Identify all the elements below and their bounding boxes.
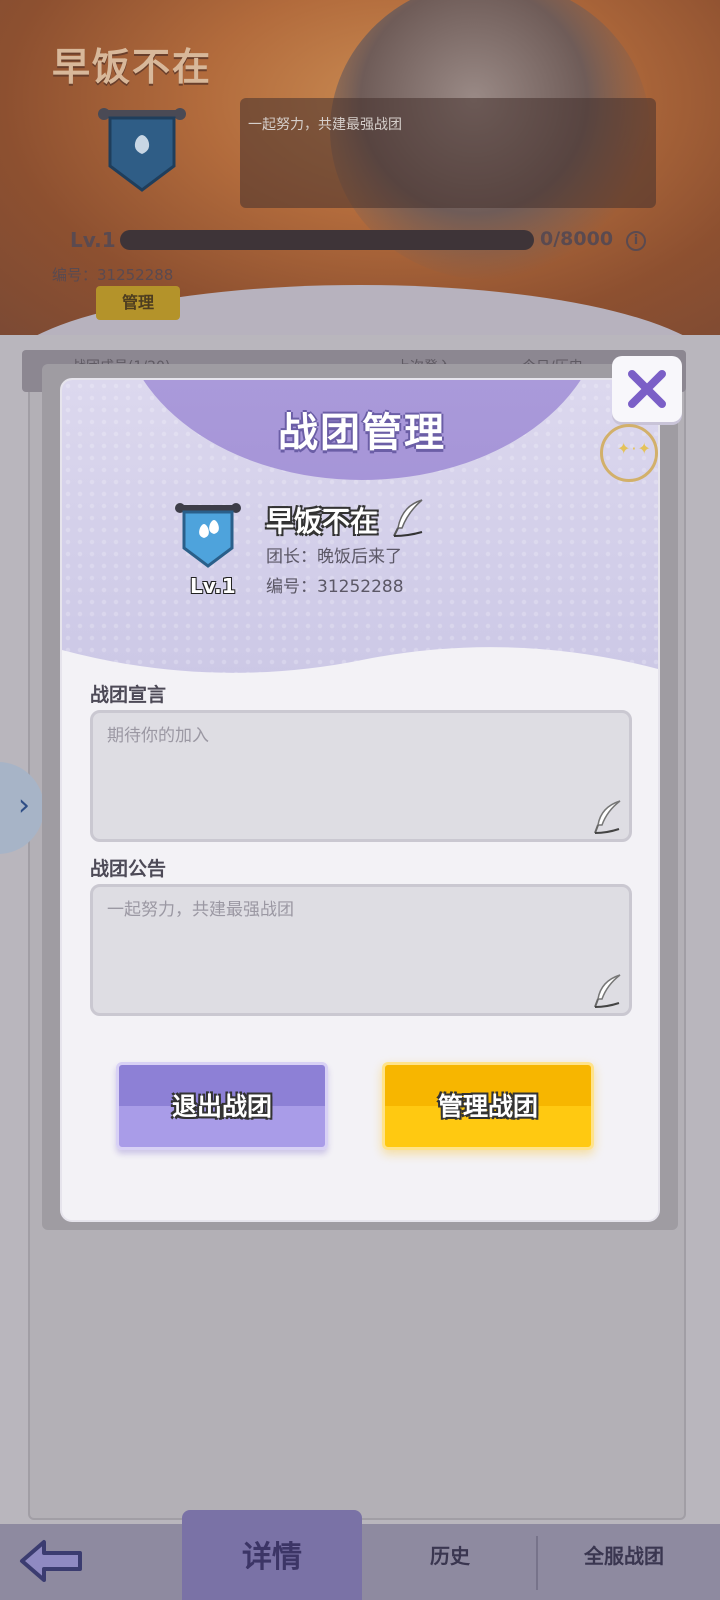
tab-all-server-guilds[interactable]: 全服战团 (584, 1540, 664, 1569)
edit-declaration-feather-icon[interactable] (593, 799, 623, 835)
declaration-label: 战团宣言 (90, 684, 167, 706)
declaration-box[interactable]: 期待你的加入 (90, 710, 632, 842)
edit-name-feather-icon[interactable] (392, 498, 426, 538)
guild-shield-icon (175, 503, 241, 568)
tab-details[interactable]: 详情 (182, 1510, 362, 1600)
guild-management-modal: 战团管理 Lv.1 早饭不在 团长：晚饭后来了 编号：31252288 战团宣言… (60, 378, 660, 1222)
background-level: Lv.1 (70, 228, 116, 252)
close-button[interactable] (612, 356, 682, 422)
guild-number: 编号：31252288 (266, 577, 404, 597)
nav-divider (536, 1536, 538, 1590)
exit-guild-button[interactable]: 退出战团 (116, 1062, 328, 1150)
background-guild-number: 编号：31252288 (52, 266, 174, 284)
background-exp-text: 0/8000 (540, 228, 614, 250)
announcement-text: 一起努力，共建最强战团 (107, 900, 294, 920)
more-options-button[interactable]: ✦·✦ (600, 424, 658, 482)
info-icon[interactable]: i (626, 231, 646, 251)
guild-level: Lv.1 (190, 574, 236, 598)
background-manage-button[interactable]: 管理 (96, 286, 180, 320)
back-arrow-icon[interactable] (18, 1538, 84, 1584)
guild-name: 早饭不在 (266, 505, 379, 538)
background-guild-title: 早饭不在 (52, 45, 213, 89)
edit-announcement-feather-icon[interactable] (593, 973, 623, 1009)
modal-title: 战团管理 (278, 410, 446, 456)
declaration-text: 期待你的加入 (107, 726, 209, 746)
background-notice-text: 一起努力，共建最强战团 (248, 117, 402, 133)
manage-guild-button[interactable]: 管理战团 (382, 1062, 594, 1150)
guild-leader: 团长：晚饭后来了 (266, 547, 402, 567)
more-icon: ✦·✦ (617, 439, 652, 458)
close-icon (628, 370, 666, 408)
background-guild-shield-icon (98, 108, 186, 192)
tab-history[interactable]: 历史 (430, 1540, 470, 1569)
announcement-box[interactable]: 一起努力，共建最强战团 (90, 884, 632, 1016)
background-exp-bar (120, 230, 534, 250)
announcement-label: 战团公告 (90, 858, 167, 880)
